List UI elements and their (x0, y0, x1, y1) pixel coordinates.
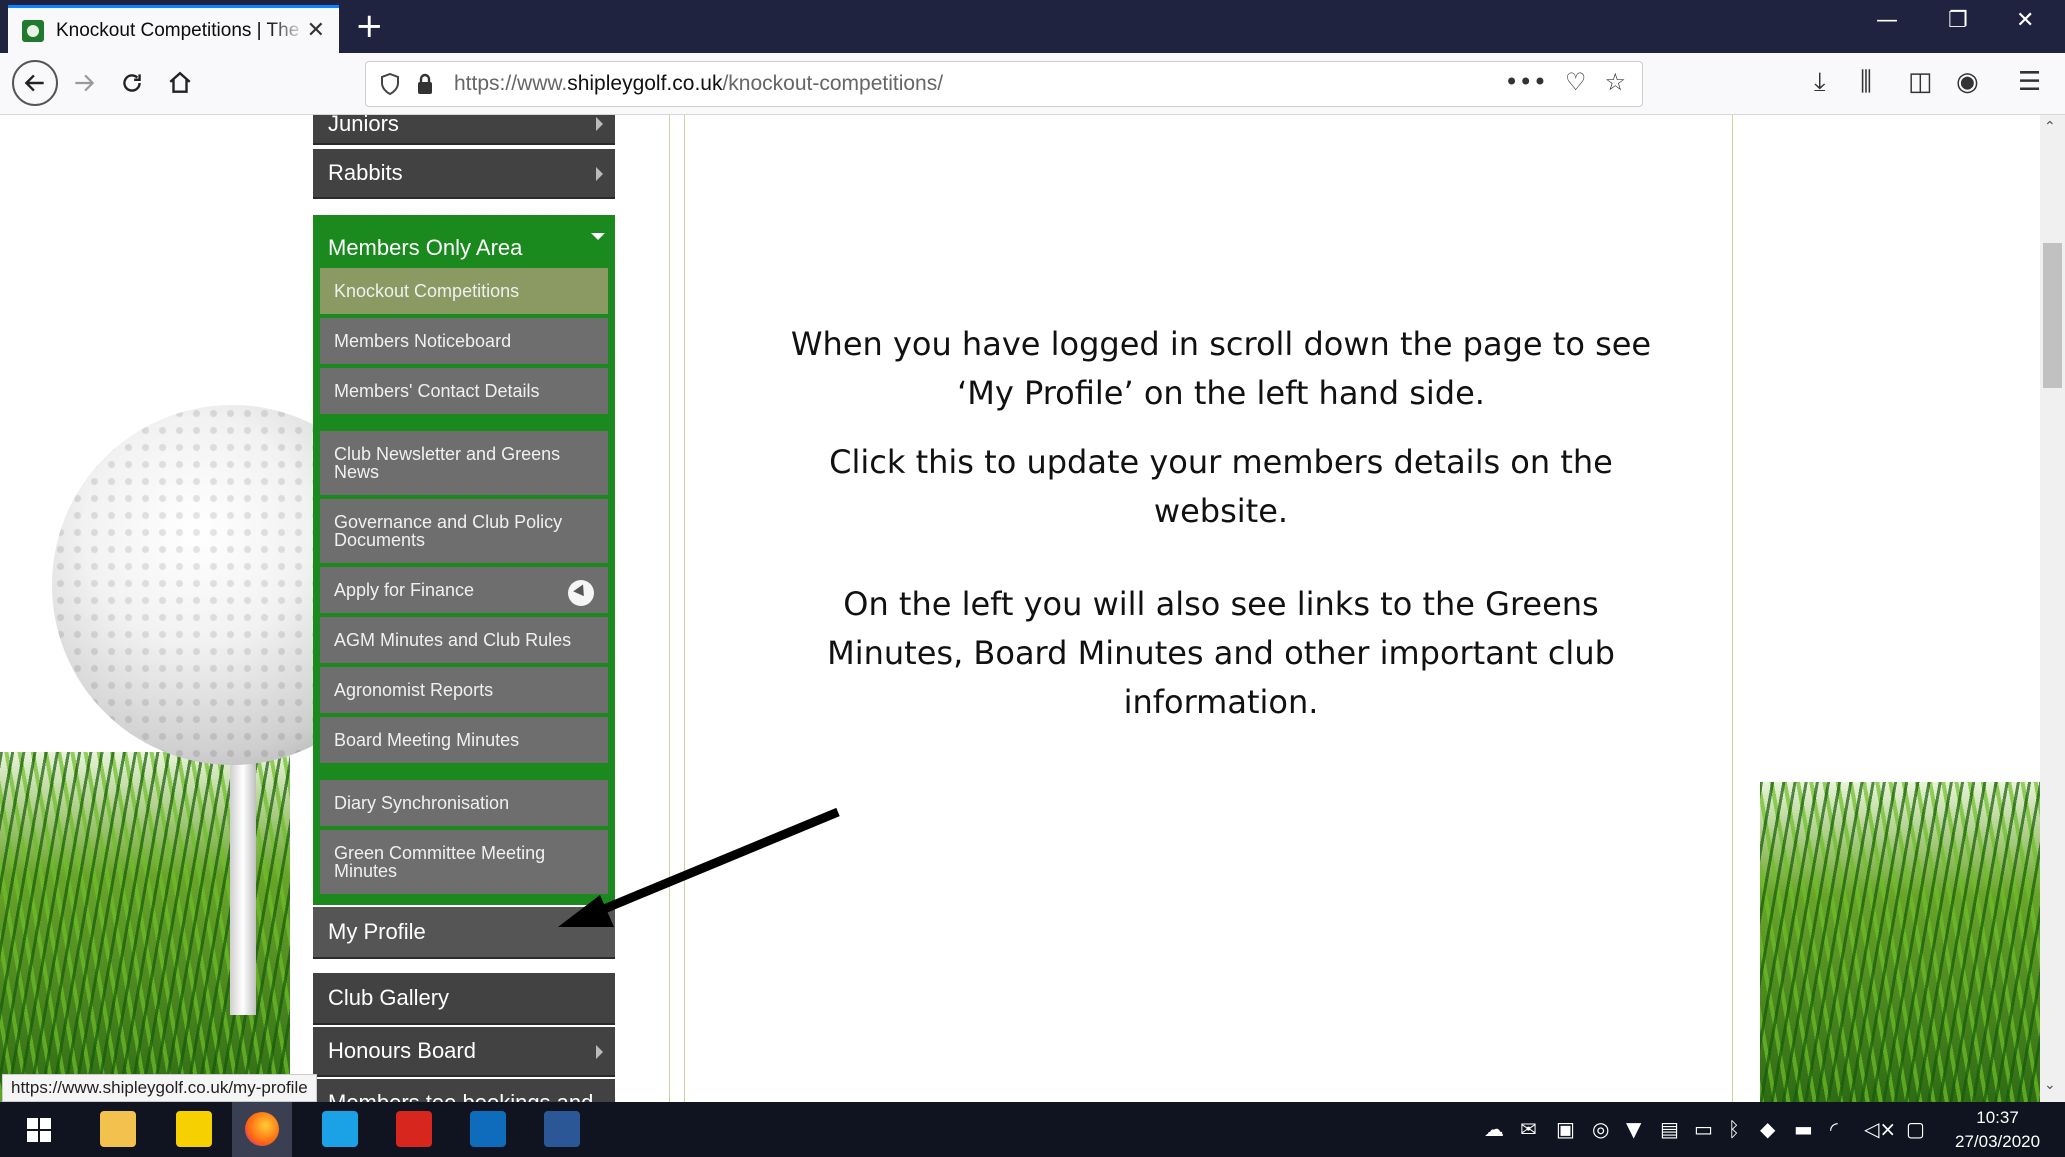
close-window-icon[interactable]: ✕ (2016, 8, 2034, 33)
app-tray-icon[interactable]: ▤ (1660, 1117, 1679, 1141)
vpn-icon[interactable]: ▼ (1626, 1117, 1641, 1141)
tab-bar: Knockout Competitions | The S ✕ + — ❐ ✕ (0, 0, 2065, 53)
display-icon[interactable]: ▭ (1694, 1117, 1713, 1141)
page-actions-icon[interactable]: ••• (1505, 68, 1547, 96)
file-explorer-icon[interactable] (100, 1111, 136, 1147)
page-viewport: Juniors Rabbits Members Only Area Knocko… (0, 115, 2040, 1102)
tab-title: Knockout Competitions | The S (56, 19, 306, 41)
word-icon[interactable] (544, 1111, 580, 1147)
firefox-taskbar-button[interactable] (232, 1102, 292, 1157)
battery-icon[interactable]: ▬ (1794, 1117, 1813, 1141)
vertical-scrollbar[interactable]: ⌃ ⌄ (2040, 115, 2065, 1102)
notifications-icon[interactable]: ▢ (1906, 1117, 1925, 1141)
bookmark-star-icon[interactable]: ☆ (1604, 68, 1626, 96)
menu-icon[interactable]: ☰ (2018, 67, 2041, 97)
clock-time: 10:37 (1976, 1108, 2019, 1127)
reload-button[interactable] (112, 63, 152, 103)
restore-icon[interactable]: ❐ (1948, 8, 1968, 33)
new-tab-button[interactable]: + (355, 6, 384, 46)
back-arrow-icon (24, 74, 44, 92)
clock-date: 27/03/2020 (1955, 1132, 2041, 1151)
mail-icon[interactable]: ✉ (1520, 1117, 1537, 1141)
back-button[interactable] (12, 60, 58, 106)
lock-icon[interactable] (416, 73, 434, 95)
sticky-notes-icon[interactable] (176, 1111, 212, 1147)
outlook-icon[interactable] (470, 1111, 506, 1147)
onedrive-icon[interactable]: ☁ (1484, 1117, 1504, 1141)
firefox-icon (245, 1112, 279, 1146)
forward-arrow-icon (75, 74, 95, 92)
wifi-icon[interactable]: ◜ (1830, 1117, 1838, 1141)
system-clock[interactable]: 10:37 27/03/2020 (1955, 1106, 2040, 1154)
home-button[interactable] (160, 63, 200, 103)
windows-taskbar: ☁ ✉ ▣ ◎ ▼ ▤ ▭ ᛒ ◆ ▬ ◜ ◁× ▢ 10:37 27/03/2… (0, 1102, 2065, 1157)
security-icon[interactable]: ◆ (1760, 1117, 1775, 1141)
site-favicon-icon (22, 19, 44, 42)
tab-knockout-competitions[interactable]: Knockout Competitions | The S ✕ (8, 5, 339, 53)
shield-icon[interactable] (380, 73, 400, 95)
sync-icon[interactable]: ◎ (1592, 1117, 1609, 1141)
forward-button[interactable] (64, 63, 104, 103)
pocket-icon[interactable]: ♡ (1565, 68, 1587, 96)
downloads-icon[interactable]: ⤓ (1814, 67, 1826, 98)
volume-muted-icon[interactable]: ◁× (1864, 1117, 1896, 1141)
status-url-tooltip: https://www.shipleygolf.co.uk/my-profile (2, 1074, 317, 1102)
close-tab-icon[interactable]: ✕ (307, 18, 325, 43)
home-icon (169, 71, 191, 93)
account-icon[interactable]: ◉ (1956, 67, 1979, 97)
url-text[interactable]: https://www.shipleygolf.co.uk/knockout-c… (454, 72, 943, 96)
annotation-arrow (558, 807, 840, 927)
minimize-icon[interactable]: — (1876, 8, 1898, 33)
address-bar[interactable]: https://www.shipleygolf.co.uk/knockout-c… (365, 61, 1643, 107)
navigation-toolbar: https://www.shipleygolf.co.uk/knockout-c… (0, 53, 2065, 115)
library-icon[interactable]: ⫼ (1860, 67, 1872, 98)
scrollbar-thumb[interactable] (2043, 243, 2062, 388)
windows-start-icon[interactable] (27, 1118, 51, 1142)
reload-icon (123, 74, 141, 92)
scroll-down-icon[interactable]: ⌄ (2044, 1077, 2056, 1093)
outlook-tray-icon[interactable]: ▣ (1556, 1117, 1575, 1141)
sidebar-icon[interactable]: ◫ (1908, 67, 1933, 97)
bluetooth-icon[interactable]: ᛒ (1728, 1117, 1740, 1141)
acrobat-icon[interactable] (396, 1111, 432, 1147)
scroll-up-icon[interactable]: ⌃ (2044, 119, 2056, 135)
calculator-icon[interactable] (322, 1111, 358, 1147)
